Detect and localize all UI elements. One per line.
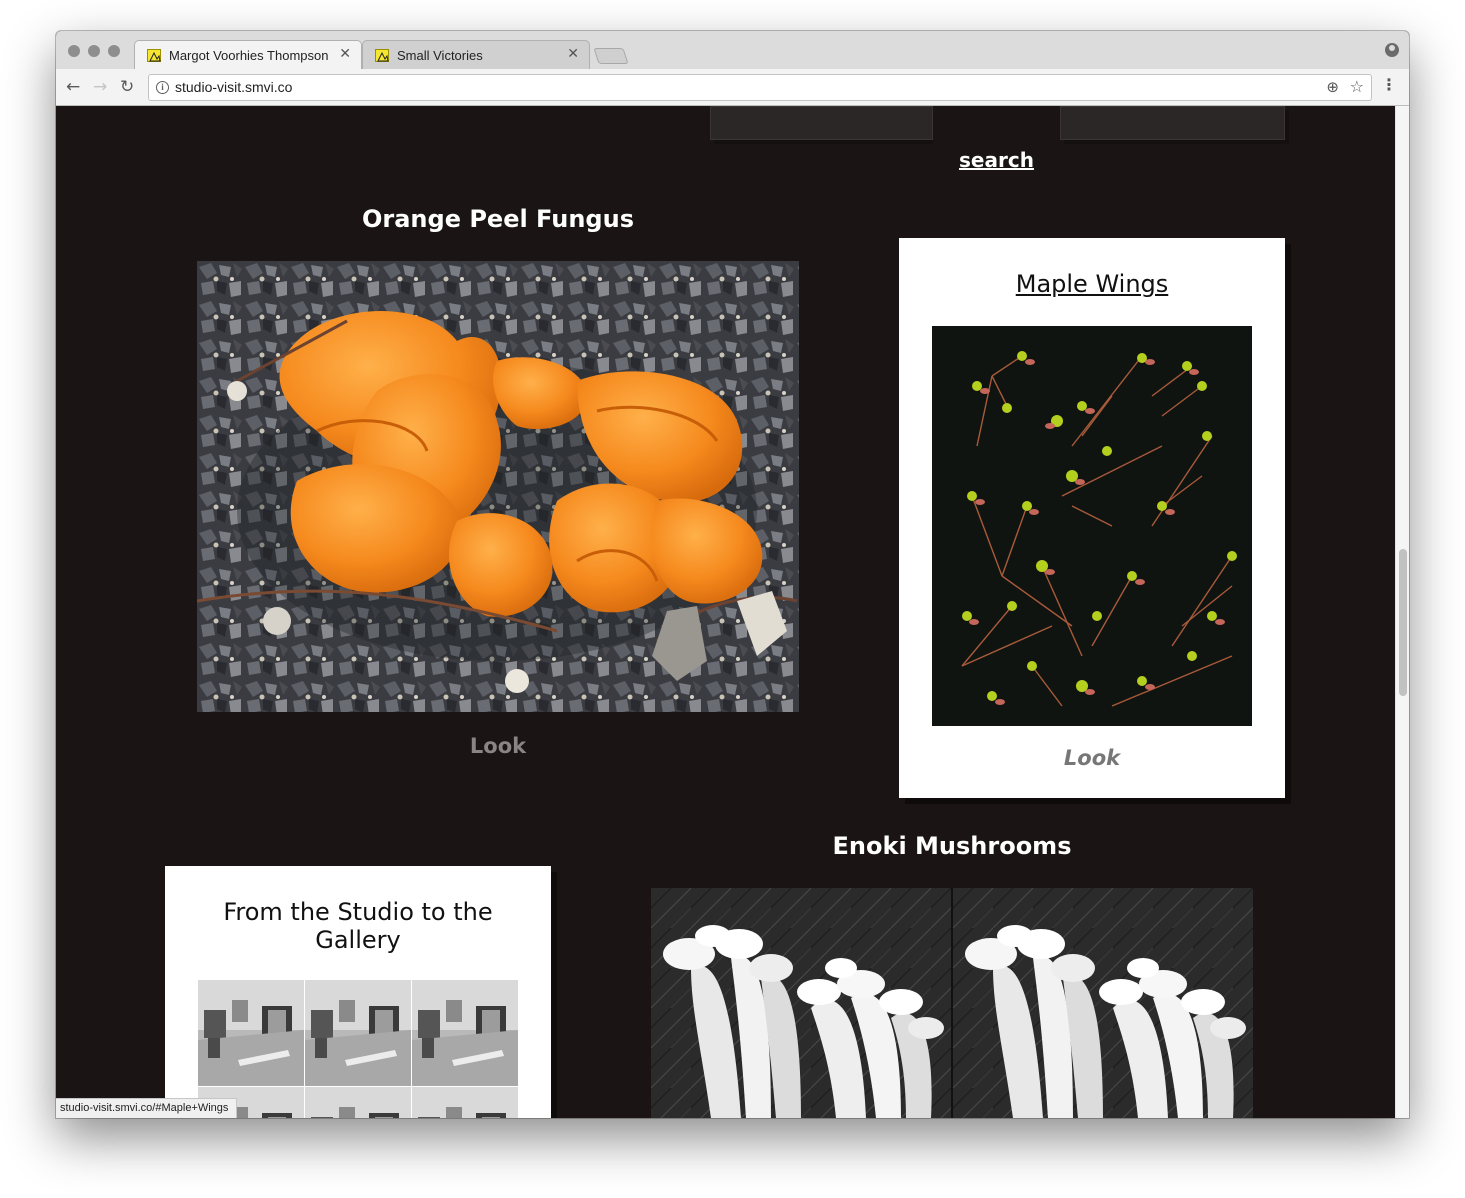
- search-field-right[interactable]: [1060, 106, 1285, 140]
- tab-title: Small Victories: [397, 48, 483, 63]
- search-field-left[interactable]: [710, 106, 933, 140]
- address-bar[interactable]: i studio-visit.smvi.co ⊕ ☆: [148, 74, 1372, 101]
- scrollbar-thumb[interactable]: [1399, 549, 1407, 696]
- orange-peel-fungus-photo[interactable]: [197, 261, 799, 712]
- close-window-button[interactable]: [68, 45, 80, 57]
- browser-toolbar: ← → ↻ i studio-visit.smvi.co ⊕ ☆ ⋮: [56, 69, 1409, 106]
- page-viewport: search Orange Peel Fungus Look Maple Win…: [56, 106, 1409, 1118]
- site-favicon-icon: [147, 49, 161, 62]
- browser-menu-icon[interactable]: ⋮: [1381, 76, 1397, 94]
- bookmark-star-icon[interactable]: ☆: [1350, 77, 1364, 96]
- site-favicon-icon: [375, 49, 389, 62]
- card-maple-wings[interactable]: Maple Wings Look: [899, 238, 1285, 798]
- zoom-icon[interactable]: ⊕: [1326, 78, 1339, 96]
- back-arrow-icon[interactable]: ←: [66, 77, 80, 97]
- reload-icon[interactable]: ↻: [120, 77, 134, 97]
- card-title-from-the-studio-to-the-gallery[interactable]: From the Studio to the Gallery: [215, 898, 501, 954]
- search-link[interactable]: search: [933, 148, 1060, 172]
- browser-window: Margot Voorhies Thompson ✕ Small Victori…: [56, 31, 1409, 1118]
- tab-strip: Margot Voorhies Thompson ✕ Small Victori…: [56, 31, 1409, 69]
- close-tab-icon[interactable]: ✕: [339, 46, 351, 62]
- link-status-bar: studio-visit.smvi.co/#Maple+Wings: [56, 1098, 238, 1118]
- minimize-window-button[interactable]: [88, 45, 100, 57]
- enoki-mushrooms-photo[interactable]: [651, 888, 1253, 1118]
- close-tab-icon[interactable]: ✕: [567, 46, 579, 62]
- forward-arrow-icon[interactable]: →: [93, 77, 107, 97]
- card-title-orange-peel-fungus[interactable]: Orange Peel Fungus: [197, 205, 799, 233]
- card-title-enoki-mushrooms[interactable]: Enoki Mushrooms: [651, 832, 1253, 860]
- look-link-maple-wings[interactable]: Look: [899, 746, 1285, 770]
- look-link-orange-peel-fungus[interactable]: Look: [197, 734, 799, 758]
- maximize-window-button[interactable]: [108, 45, 120, 57]
- card-title-maple-wings[interactable]: Maple Wings: [899, 270, 1285, 298]
- tab-small-victories[interactable]: Small Victories ✕: [362, 40, 590, 69]
- new-tab-button[interactable]: [593, 48, 629, 64]
- card-from-the-studio-to-the-gallery[interactable]: From the Studio to the Gallery: [165, 866, 551, 1118]
- info-icon[interactable]: i: [156, 81, 169, 94]
- tab-title: Margot Voorhies Thompson: [169, 48, 329, 63]
- url-text[interactable]: studio-visit.smvi.co: [175, 79, 292, 95]
- profile-icon[interactable]: [1385, 43, 1399, 57]
- tab-margot-voorhies-thompson[interactable]: Margot Voorhies Thompson ✕: [134, 40, 362, 69]
- maple-wings-photo[interactable]: [932, 326, 1252, 726]
- vertical-scrollbar[interactable]: [1395, 106, 1409, 1118]
- studio-gallery-photo-grid[interactable]: [198, 980, 518, 1118]
